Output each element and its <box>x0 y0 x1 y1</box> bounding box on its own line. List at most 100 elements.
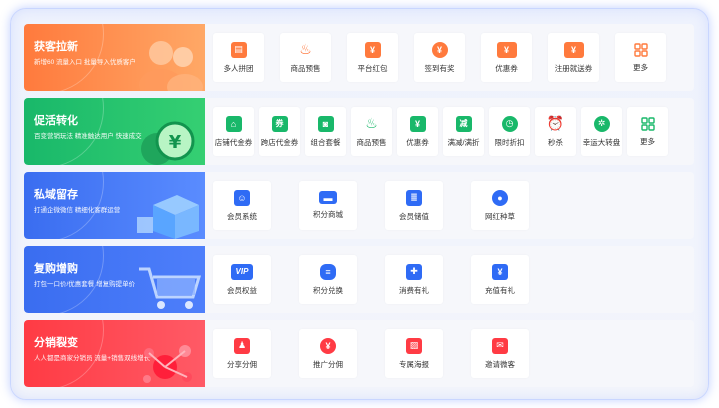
item-points-mall[interactable]: ▬ 积分商城 <box>299 181 357 230</box>
svg-text:¥: ¥ <box>169 132 182 153</box>
section-items: ⌂ 店铺代金券 券跨店代金券 ◙ 组合套餐 ♨ 商品预售 ¥ 优惠券 减满减/满折 ◷ 限… <box>205 98 694 165</box>
item-label: 优惠券 <box>406 137 429 147</box>
section-items: VIP 会员权益 ≡ 积分兑换 ✚ 消费有礼 ¥ 充值有礼 <box>205 246 694 313</box>
recharge-icon: ¥ <box>492 263 508 280</box>
item-cross-shop-voucher[interactable]: 券跨店代金券 <box>259 107 300 156</box>
item-bundle[interactable]: ◙ 组合套餐 <box>305 107 346 156</box>
item-invite-customer[interactable]: ✉ 邀请微客 <box>471 329 529 378</box>
item-member-deposit[interactable]: ≣ 会员储值 <box>385 181 443 230</box>
flame-icon: ♨ <box>365 115 378 131</box>
item-presale[interactable]: ♨ 商品预售 <box>351 107 392 156</box>
voucher-icon: 券 <box>271 115 288 132</box>
item-share-commission[interactable]: ♟ 分享分佣 <box>213 329 271 378</box>
item-influencer[interactable]: ● 网红种草 <box>471 181 529 230</box>
grid-icon <box>633 42 648 57</box>
section-items: ▤ 多人拼团 ♨ 商品预售 ¥ 平台红包 ¥ 签到有奖 ¥ 优惠券 ¥ 注册就送券 更多 <box>205 24 694 91</box>
item-label: 会员储值 <box>399 211 429 221</box>
item-label: 限时折扣 <box>494 137 525 147</box>
item-label: 积分商城 <box>313 210 343 219</box>
item-lucky-wheel[interactable]: ✲ 幸运大转盘 <box>581 107 622 156</box>
vip-icon: VIP <box>231 263 253 280</box>
cube-illustration-icon <box>137 195 199 239</box>
item-full-reduction[interactable]: 减满减/满折 <box>443 107 484 156</box>
item-member-system[interactable]: ☺ 会员系统 <box>213 181 271 230</box>
item-red-packet[interactable]: ¥ 平台红包 <box>347 33 398 82</box>
wheel-icon: ✲ <box>593 115 610 132</box>
item-label: 注册就送券 <box>554 63 593 73</box>
section-title: 私域留存 <box>34 189 78 201</box>
item-label: 更多 <box>633 62 648 72</box>
item-group-buy[interactable]: ▤ 多人拼团 <box>213 33 264 82</box>
item-label: 会员系统 <box>227 211 257 221</box>
section-title: 获客拉新 <box>34 41 78 53</box>
coin-illustration-icon: ¥ <box>141 121 195 165</box>
section-retain: 私域留存 打通企微微信 精细化客群运营 ☺ 会员系统 ▬ 积分商城 ≣ 会员储值 ● 网… <box>24 172 694 239</box>
coins-icon: ≡ <box>320 263 336 280</box>
section-items: ♟ 分享分佣 ¥ 推广分佣 ▨ 专属海报 ✉ 邀请微客 <box>205 320 694 387</box>
section-title: 分销裂变 <box>34 337 78 349</box>
item-shop-voucher[interactable]: ⌂ 店铺代金券 <box>213 107 254 156</box>
section-subtitle: 百变营销玩法 精准触达用户 快速成交 <box>34 133 142 140</box>
item-label: 专属海报 <box>399 359 429 369</box>
money-bag-icon: ¥ <box>431 41 448 58</box>
item-label: 积分兑换 <box>313 285 343 295</box>
item-flash-discount[interactable]: ◷ 限时折扣 <box>489 107 530 156</box>
item-spend-gift[interactable]: ✚ 消费有礼 <box>385 255 443 304</box>
item-label: 跨店代金券 <box>260 137 299 147</box>
item-label: 优惠券 <box>495 63 518 73</box>
promote-icon: ¥ <box>320 337 336 354</box>
item-more[interactable]: 更多 <box>615 33 666 82</box>
item-label: 邀请微客 <box>485 359 515 369</box>
item-label: 满减/满折 <box>447 137 480 147</box>
poster-icon: ▨ <box>406 337 422 354</box>
section-acquire: 获客拉新 新增60 流量入口 批量导入优质客户 ▤ 多人拼团 ♨ 商品预售 ¥ 平台红… <box>24 24 694 91</box>
item-label: 商品预售 <box>356 137 387 147</box>
flame-icon: ♨ <box>299 41 312 57</box>
item-member-benefits[interactable]: VIP 会员权益 <box>213 255 271 304</box>
timer-icon: ◷ <box>501 115 518 132</box>
section-distribution: 分销裂变 人人都是商家分销员 流量+销售双线增长 ♟ 分享分佣 ¥ 推广分佣 ▨ 专属… <box>24 320 694 387</box>
gift-icon: ✚ <box>406 263 422 280</box>
section-subtitle: 新增60 流量入口 批量导入优质客户 <box>34 59 136 66</box>
section-title: 促活转化 <box>34 115 78 127</box>
people-illustration-icon <box>139 41 203 91</box>
section-convert: 促活转化 百变营销玩法 精准触达用户 快速成交 ¥ ⌂ 店铺代金券 券跨店代金券 … <box>24 98 694 165</box>
item-coupon[interactable]: ¥ 优惠券 <box>397 107 438 156</box>
mall-icon: ▬ <box>319 191 337 204</box>
group-buy-icon: ▤ <box>230 41 247 58</box>
section-subtitle: 打包一口价/优惠套餐 增复购提单价 <box>34 281 136 288</box>
section-subtitle: 打通企微微信 精细化客群运营 <box>34 207 121 214</box>
item-label: 签到有奖 <box>424 63 455 73</box>
red-packet-icon: ¥ <box>364 41 381 58</box>
item-label: 消费有礼 <box>399 285 429 295</box>
coupon-icon: ¥ <box>409 115 426 132</box>
item-seckill[interactable]: ⏰ 秒杀 <box>535 107 576 156</box>
share-icon: ♟ <box>234 337 250 354</box>
item-label: 秒杀 <box>548 137 563 147</box>
item-more[interactable]: 更多 <box>627 107 668 156</box>
section-banner: 复购增购 打包一口价/优惠套餐 增复购提单价 <box>24 246 205 313</box>
item-presale[interactable]: ♨ 商品预售 <box>280 33 331 82</box>
item-coupon[interactable]: ¥ 优惠券 <box>481 33 532 82</box>
ticket-icon: ¥ <box>563 41 584 58</box>
section-items: ☺ 会员系统 ▬ 积分商城 ≣ 会员储值 ● 网红种草 <box>205 172 694 239</box>
item-label: 组合套餐 <box>310 137 341 147</box>
wallet-icon: ≣ <box>406 189 422 206</box>
coupon-icon: ¥ <box>496 41 517 58</box>
item-label: 会员权益 <box>227 285 257 295</box>
item-label: 多人拼团 <box>223 63 254 73</box>
influencer-icon: ● <box>492 189 508 206</box>
item-label: 推广分佣 <box>313 359 343 369</box>
item-register-coupon[interactable]: ¥ 注册就送券 <box>548 33 599 82</box>
section-title: 复购增购 <box>34 263 78 275</box>
item-label: 网红种草 <box>485 211 515 221</box>
item-checkin[interactable]: ¥ 签到有奖 <box>414 33 465 82</box>
item-promote-commission[interactable]: ¥ 推广分佣 <box>299 329 357 378</box>
item-exclusive-poster[interactable]: ▨ 专属海报 <box>385 329 443 378</box>
section-banner: 促活转化 百变营销玩法 精准触达用户 快速成交 ¥ <box>24 98 205 165</box>
item-points-exchange[interactable]: ≡ 积分兑换 <box>299 255 357 304</box>
cart-illustration-icon <box>139 267 202 309</box>
item-recharge-gift[interactable]: ¥ 充值有礼 <box>471 255 529 304</box>
grid-icon <box>640 116 655 131</box>
item-label: 平台红包 <box>357 63 388 73</box>
